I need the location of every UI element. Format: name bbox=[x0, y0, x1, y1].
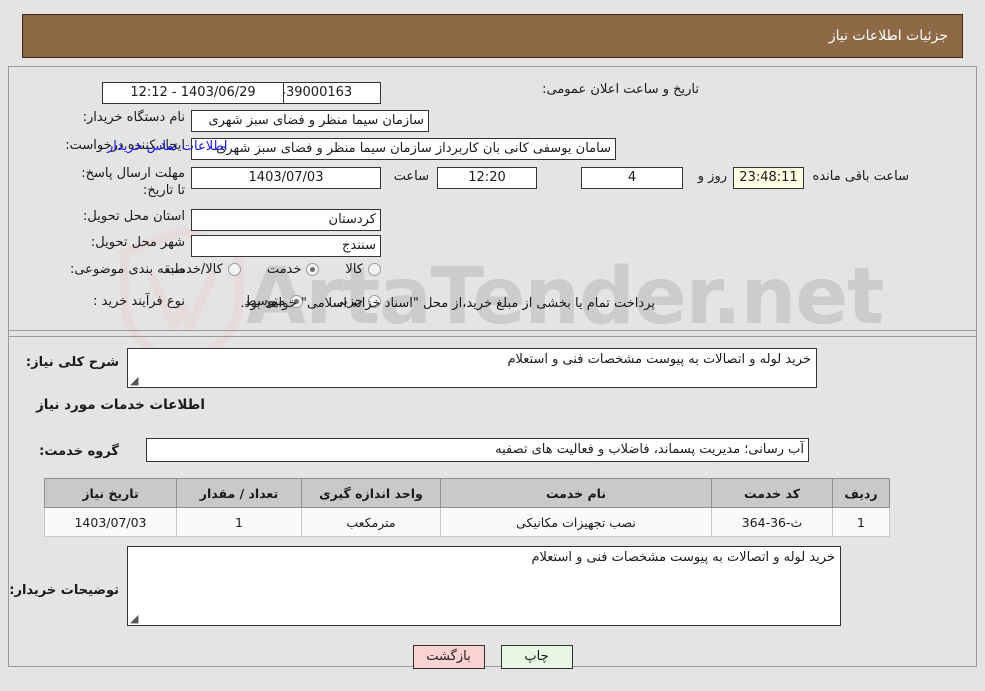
announce-datetime-value: 1403/06/29 - 12:12 bbox=[102, 82, 284, 104]
province-label: استان محل تحویل: bbox=[83, 209, 185, 224]
remaining-days-value: 4 bbox=[581, 167, 683, 189]
deadline-hour-label: ساعت bbox=[393, 169, 429, 184]
category-option-label: کالا bbox=[345, 262, 363, 277]
remaining-days-label: روز و bbox=[697, 169, 727, 184]
category-option-khedmat[interactable]: خدمت bbox=[267, 262, 320, 277]
th-code: کد خدمت bbox=[711, 478, 833, 508]
deadline-label: مهلت ارسال پاسخ: تا تاریخ: bbox=[81, 166, 185, 198]
th-radif: ردیف bbox=[832, 478, 890, 508]
deadline-hour-value: 12:20 bbox=[437, 167, 537, 189]
buyer-contact-link[interactable]: اطلاعات تماس خریدار bbox=[107, 139, 227, 154]
section-divider-1 bbox=[9, 330, 976, 331]
deadline-date-value: 1403/07/03 bbox=[191, 167, 381, 189]
buyer-org-row: نام دستگاه خریدار: bbox=[83, 110, 185, 125]
cell-code: ث-36-364 bbox=[711, 507, 833, 537]
services-table: ردیف کد خدمت نام خدمت واحد اندازه گیری ت… bbox=[44, 478, 890, 537]
description-textarea[interactable]: خرید لوله و اتصالات به پیوست مشخصات فنی … bbox=[127, 348, 817, 388]
buyer-notes-label: توضیحات خریدار: bbox=[9, 583, 119, 598]
radio-icon[interactable] bbox=[306, 263, 320, 276]
resize-grip-icon[interactable]: ◢ bbox=[130, 375, 140, 386]
page-header: جزئیات اطلاعات نیاز bbox=[22, 14, 963, 58]
deadline-row: مهلت ارسال پاسخ: تا تاریخ: bbox=[75, 165, 185, 199]
category-radio-group[interactable]: کالا خدمت کالا/خدمت bbox=[166, 262, 381, 277]
cell-qty: 1 bbox=[176, 507, 302, 537]
cell-radif: 1 bbox=[832, 507, 890, 537]
section-divider-2 bbox=[9, 336, 976, 337]
th-date: تاریخ نیاز bbox=[44, 478, 177, 508]
province-value: کردستان bbox=[191, 209, 381, 231]
buyer-notes-textarea[interactable]: خرید لوله و اتصالات به پیوست مشخصات فنی … bbox=[127, 546, 841, 626]
process-row-label: نوع فرآیند خرید : bbox=[93, 294, 185, 309]
service-group-label: گروه خدمت: bbox=[39, 444, 119, 459]
services-section-heading: اطلاعات خدمات مورد نیاز bbox=[35, 397, 205, 413]
page-title: جزئیات اطلاعات نیاز bbox=[828, 28, 948, 44]
city-row: شهر محل تحویل: bbox=[91, 235, 185, 250]
process-label: نوع فرآیند خرید : bbox=[93, 294, 185, 309]
th-name: نام خدمت bbox=[440, 478, 712, 508]
th-qty: تعداد / مقدار bbox=[176, 478, 302, 508]
province-row: استان محل تحویل: bbox=[83, 209, 185, 224]
table-header-row: ردیف کد خدمت نام خدمت واحد اندازه گیری ت… bbox=[44, 478, 890, 508]
category-option-label: خدمت bbox=[266, 262, 302, 277]
cell-date: 1403/07/03 bbox=[44, 507, 177, 537]
buyer-notes-value: خرید لوله و اتصالات به پیوست مشخصات فنی … bbox=[531, 550, 835, 565]
footer-buttons: بازگشت چاپ bbox=[0, 645, 985, 669]
remaining-time-label: ساعت باقی مانده bbox=[812, 169, 909, 184]
city-value: سنندج bbox=[191, 235, 381, 257]
creator-value: سامان یوسفی کانی بان کاربرداز سازمان سیم… bbox=[191, 138, 616, 160]
service-group-value: آب رسانی؛ مدیریت پسماند، فاضلاب و فعالیت… bbox=[146, 438, 809, 462]
description-value: خرید لوله و اتصالات به پیوست مشخصات فنی … bbox=[507, 352, 811, 367]
category-option-label: کالا/خدمت bbox=[166, 262, 223, 277]
announce-datetime-label: تاریخ و ساعت اعلان عمومی: bbox=[542, 82, 699, 97]
radio-icon[interactable] bbox=[368, 263, 381, 276]
th-unit: واحد اندازه گیری bbox=[301, 478, 441, 508]
description-label: شرح کلی نیاز: bbox=[25, 355, 119, 370]
city-label: شهر محل تحویل: bbox=[90, 235, 185, 250]
table-row[interactable]: 1 ث-36-364 نصب تجهیزات مکانیکی مترمکعب 1… bbox=[44, 507, 890, 537]
payment-note: پرداخت تمام یا بخشی از مبلغ خرید،از محل … bbox=[240, 296, 655, 311]
back-button[interactable]: بازگشت bbox=[412, 645, 485, 669]
radio-icon[interactable] bbox=[227, 263, 241, 276]
category-option-kala[interactable]: کالا bbox=[345, 262, 381, 277]
print-button[interactable]: چاپ bbox=[500, 645, 573, 669]
cell-unit: مترمکعب bbox=[301, 507, 441, 537]
resize-grip-icon[interactable]: ◢ bbox=[130, 613, 140, 624]
buyer-org-value: سازمان سیما منظر و فضای سبز شهری bbox=[191, 110, 429, 132]
category-option-kala-khedmat[interactable]: کالا/خدمت bbox=[166, 262, 241, 277]
cell-name: نصب تجهیزات مکانیکی bbox=[440, 507, 712, 537]
buyer-org-label: نام دستگاه خریدار: bbox=[82, 110, 185, 125]
remaining-time-countdown: 23:48:11 bbox=[733, 167, 804, 189]
